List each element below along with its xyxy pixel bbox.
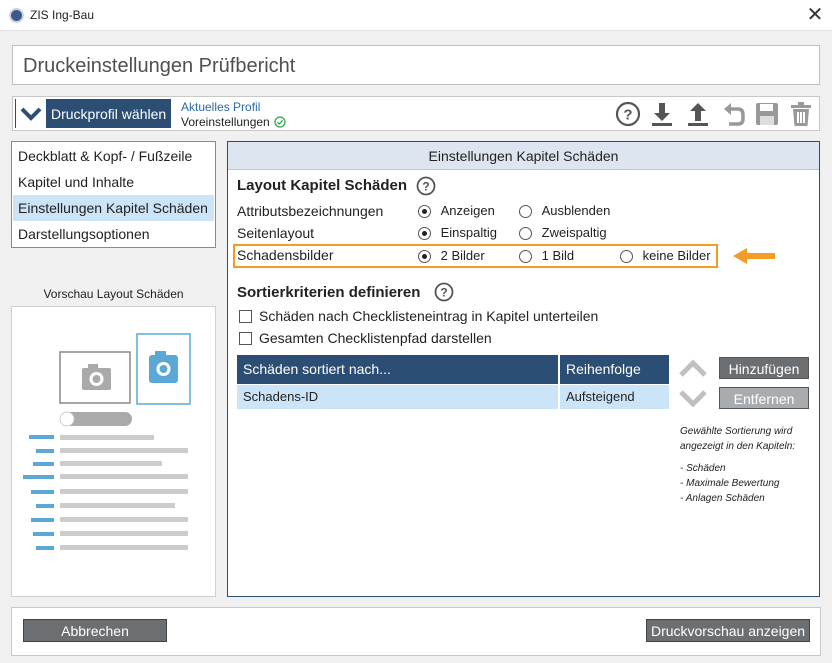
print-preview-button[interactable]: Druckvorschau anzeigen — [646, 619, 810, 642]
move-down-icon[interactable] — [678, 387, 708, 409]
current-profile: Voreinstellungen — [181, 115, 286, 129]
close-icon[interactable]: ✕ — [802, 2, 828, 28]
check-circle-icon — [274, 116, 286, 128]
upload-icon[interactable] — [685, 101, 711, 127]
download-icon[interactable] — [649, 101, 675, 127]
column-header-order[interactable]: Reihenfolge — [560, 355, 669, 384]
preview-title: Vorschau Layout Schäden — [43, 287, 184, 301]
undo-icon[interactable] — [720, 101, 746, 127]
svg-text:?: ? — [440, 286, 447, 300]
save-icon[interactable] — [754, 101, 780, 127]
title-bar: ZIS Ing-Bau ✕ — [0, 0, 832, 31]
radio-unselected[interactable] — [519, 205, 532, 219]
nav-item-damage-chapter-settings[interactable]: Einstellungen Kapitel Schäden — [13, 195, 214, 221]
nav-item-cover-header-footer[interactable]: Deckblatt & Kopf- / Fußzeile — [13, 143, 214, 169]
dialog-footer: Abbrechen Druckvorschau anzeigen — [11, 607, 821, 656]
table-cell-criterion[interactable]: Schadens-ID — [237, 385, 558, 409]
radio-selected[interactable] — [418, 227, 431, 241]
window-title: ZIS Ing-Bau — [30, 8, 95, 22]
panel-title: Einstellungen Kapitel Schäden — [228, 142, 819, 170]
arrow-left-icon — [733, 248, 775, 264]
attribute-labels-show-option[interactable]: Anzeigen — [418, 203, 495, 219]
radio-unselected[interactable] — [519, 227, 532, 241]
full-checklist-path-checkbox[interactable] — [239, 331, 252, 345]
current-profile-caption: Aktuelles Profil — [181, 100, 261, 114]
attribute-labels-hide-option[interactable]: Ausblenden — [519, 203, 610, 219]
sort-section-title: Sortierkriterien definieren — [237, 284, 421, 301]
damage-images-one-option[interactable]: 1 Bild — [519, 248, 574, 264]
app-logo-icon — [9, 8, 24, 23]
radio-unselected[interactable] — [620, 250, 633, 264]
radio-selected[interactable] — [418, 250, 431, 264]
radio-selected[interactable] — [418, 205, 431, 219]
choose-profile-button[interactable]: Druckprofil wählen — [15, 99, 171, 128]
choose-profile-label: Druckprofil wählen — [51, 105, 167, 122]
help-icon[interactable]: ? — [434, 282, 454, 302]
column-header-sorted-by[interactable]: Schäden sortiert nach... — [237, 355, 558, 384]
radio-unselected[interactable] — [519, 250, 532, 264]
page-layout-two-column-option[interactable]: Zweispaltig — [519, 225, 607, 241]
page-title: Druckeinstellungen Prüfbericht — [23, 55, 296, 77]
layout-section-title: Layout Kapitel Schäden — [237, 177, 408, 194]
chevron-down-icon — [16, 99, 46, 128]
page-layout-label: Seitenlayout — [237, 225, 315, 241]
move-up-icon[interactable] — [678, 358, 708, 380]
split-by-checklist-option[interactable]: Schäden nach Checklisteneintrag in Kapit… — [239, 308, 598, 324]
sort-note: Gewählte Sortierung wird angezeigt in de… — [680, 426, 796, 504]
svg-text:?: ? — [623, 107, 632, 124]
full-checklist-path-option[interactable]: Gesamten Checklistenpfad darstellen — [239, 330, 492, 346]
page-header: Druckeinstellungen Prüfbericht — [12, 45, 820, 85]
delete-icon[interactable] — [788, 101, 814, 127]
nav-item-display-options[interactable]: Darstellungsoptionen — [13, 221, 214, 247]
cancel-button[interactable]: Abbrechen — [23, 619, 167, 642]
help-icon[interactable]: ? — [416, 176, 436, 196]
current-profile-value: Voreinstellungen — [181, 115, 270, 129]
damage-images-none-option[interactable]: keine Bilder — [620, 248, 711, 264]
layout-preview — [11, 306, 216, 597]
nav-item-chapters-contents[interactable]: Kapitel und Inhalte — [13, 169, 214, 195]
help-icon[interactable]: ? — [615, 101, 641, 127]
table-cell-order[interactable]: Aufsteigend — [560, 385, 669, 409]
svg-text:?: ? — [422, 180, 429, 194]
add-button[interactable]: Hinzufügen — [719, 357, 809, 379]
attribute-labels-label: Attributsbezeichnungen — [237, 203, 384, 219]
settings-panel: Einstellungen Kapitel Schäden Layout Kap… — [227, 141, 820, 597]
camera-icon — [149, 351, 178, 383]
chapter-navigation: Deckblatt & Kopf- / Fußzeile Kapitel und… — [11, 141, 216, 248]
remove-button[interactable]: Entfernen — [719, 387, 809, 409]
split-by-checklist-checkbox[interactable] — [239, 309, 252, 323]
damage-images-label: Schadensbilder — [237, 247, 334, 263]
damage-images-two-option[interactable]: 2 Bilder — [418, 248, 485, 264]
profile-bar: Druckprofil wählen Aktuelles Profil Vore… — [12, 96, 820, 131]
layout-preview-illustration — [23, 333, 191, 550]
page-layout-single-column-option[interactable]: Einspaltig — [418, 225, 497, 241]
